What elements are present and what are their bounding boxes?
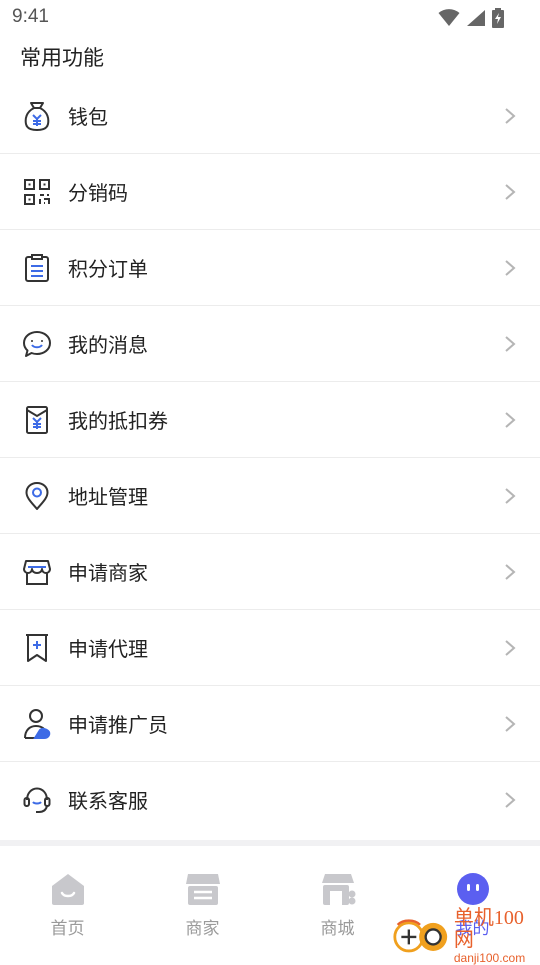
home-icon (51, 874, 84, 905)
cellular-signal-icon (467, 10, 485, 26)
menu-item-label: 分销码 (68, 181, 128, 205)
promoter-icon (21, 708, 53, 740)
location-pin-icon (21, 480, 53, 512)
shop-icon (185, 874, 220, 905)
tab-label: 首页 (50, 919, 85, 939)
clipboard-icon (21, 252, 53, 284)
wifi-icon (438, 9, 460, 26)
chevron-right-icon (505, 487, 516, 504)
menu-item-contact-support[interactable]: 联系客服 (0, 762, 540, 837)
menu-item-label: 申请代理 (68, 637, 148, 661)
message-bubble-icon (21, 328, 53, 360)
chevron-right-icon (505, 639, 516, 656)
battery-icon (492, 8, 504, 28)
menu-item-label: 我的消息 (68, 333, 148, 357)
menu-item-wallet[interactable]: 钱包 (0, 78, 540, 154)
menu-item-address-management[interactable]: 地址管理 (0, 458, 540, 534)
chevron-right-icon (505, 563, 516, 580)
chevron-right-icon (505, 183, 516, 200)
qr-code-icon (21, 176, 53, 208)
section-title: 常用功能 (20, 46, 104, 70)
storefront-icon (21, 556, 53, 588)
status-bar: 9:41 (0, 0, 540, 34)
chevron-right-icon (505, 791, 516, 808)
tab-mall[interactable]: 商城 (270, 846, 405, 960)
tab-label: 商城 (320, 919, 355, 939)
watermark-title: 单机100网 (453, 907, 524, 951)
status-time: 9:41 (12, 6, 49, 27)
menu-item-apply-merchant[interactable]: 申请商家 (0, 534, 540, 610)
menu-item-label: 申请推广员 (68, 713, 168, 737)
menu-item-my-messages[interactable]: 我的消息 (0, 306, 540, 382)
tab-merchants[interactable]: 商家 (135, 846, 270, 960)
menu-item-my-coupons[interactable]: 我的抵扣券 (0, 382, 540, 458)
menu-item-label: 联系客服 (68, 789, 148, 813)
menu-item-apply-agent[interactable]: 申请代理 (0, 610, 540, 686)
chevron-right-icon (505, 107, 516, 124)
chevron-right-icon (505, 411, 516, 428)
menu-item-points-orders[interactable]: 积分订单 (0, 230, 540, 306)
wallet-icon (21, 100, 53, 132)
menu-list: 钱包 分销码 积分订单 我的消息 我的抵扣券 地址管理 申请商家 申请代理 申请… (0, 78, 540, 837)
watermark-url: danji100.com (453, 951, 526, 965)
chevron-right-icon (505, 335, 516, 352)
menu-item-label: 积分订单 (68, 257, 148, 281)
coupon-icon (21, 404, 53, 436)
chevron-right-icon (505, 259, 516, 276)
watermark: 单机100网 danji100.com (392, 907, 538, 965)
bookmark-plus-icon (21, 632, 53, 664)
menu-item-label: 申请商家 (68, 561, 148, 585)
tab-label: 商家 (185, 919, 220, 939)
mall-icon (321, 874, 355, 905)
status-icons (438, 7, 504, 29)
menu-item-distribution-code[interactable]: 分销码 (0, 154, 540, 230)
tab-home[interactable]: 首页 (0, 846, 135, 960)
menu-item-label: 地址管理 (68, 485, 148, 509)
menu-item-apply-promoter[interactable]: 申请推广员 (0, 686, 540, 762)
chevron-right-icon (505, 715, 516, 732)
watermark-logo-icon (393, 919, 448, 953)
menu-item-label: 我的抵扣券 (68, 409, 168, 433)
profile-face-icon (456, 873, 489, 905)
headset-icon (21, 784, 53, 816)
menu-item-label: 钱包 (68, 105, 108, 129)
